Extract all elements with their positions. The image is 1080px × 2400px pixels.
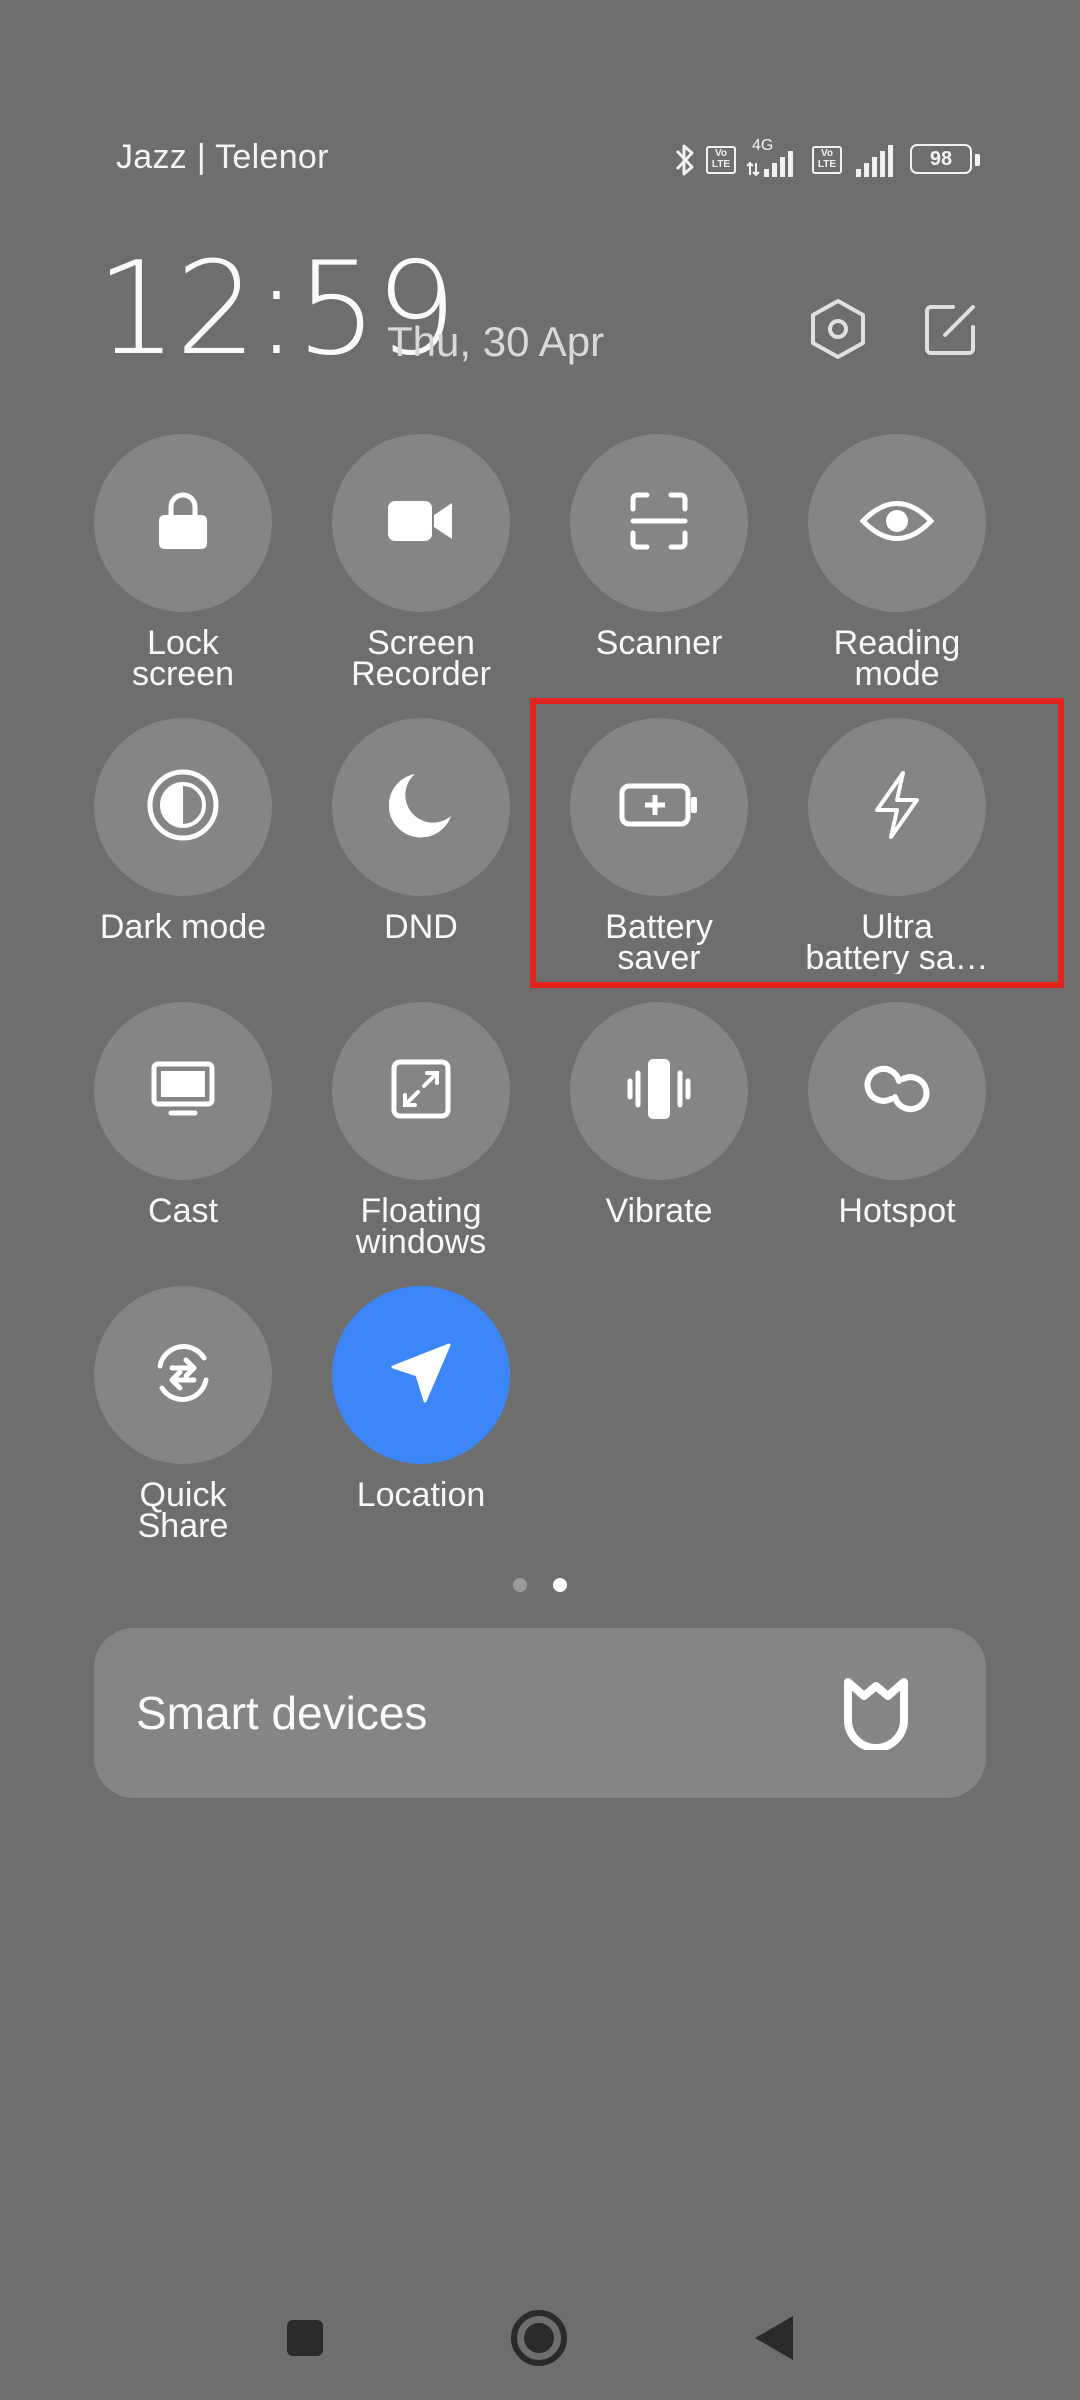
- tile-dark-mode-button[interactable]: [94, 718, 272, 896]
- tile-label: Hotspot: [838, 1196, 956, 1227]
- smart-devices-card[interactable]: Smart devices: [94, 1628, 986, 1798]
- highlight-box: [530, 698, 1064, 988]
- tile-location-button[interactable]: [332, 1286, 510, 1464]
- lock-icon: [157, 491, 209, 556]
- settings-button[interactable]: [803, 296, 873, 366]
- quick-share-icon: [150, 1340, 216, 1411]
- floating-window-icon: [391, 1059, 451, 1124]
- location-arrow-icon: [389, 1341, 453, 1410]
- signal-icon-sim1: 4G: [746, 137, 802, 179]
- tile-dark-mode[interactable]: Dark mode: [64, 718, 302, 943]
- tile-hotspot[interactable]: Hotspot: [778, 1002, 1016, 1227]
- edit-button[interactable]: [916, 296, 986, 366]
- tile-quick-share-button[interactable]: [94, 1286, 272, 1464]
- tile-label: Quick Share: [137, 1480, 229, 1542]
- volte-icon-sim2: Vo LTE: [812, 146, 842, 174]
- tile-label: Floating windows: [355, 1196, 487, 1258]
- tile-floating-windows-button[interactable]: [332, 1002, 510, 1180]
- nav-back-button[interactable]: [740, 2310, 810, 2370]
- tile-quick-share[interactable]: Quick Share: [64, 1286, 302, 1542]
- settings-hexagon-icon: [809, 298, 867, 365]
- tile-screen-recorder-button[interactable]: [332, 434, 510, 612]
- vibrate-icon: [624, 1057, 694, 1126]
- page-dot-2-active[interactable]: [553, 1578, 567, 1592]
- status-icons: Vo LTE 4G Vo LTE 98: [674, 137, 980, 182]
- smart-devices-label: Smart devices: [136, 1687, 428, 1739]
- tile-label: Reading mode: [833, 628, 961, 690]
- tile-hotspot-button[interactable]: [808, 1002, 986, 1180]
- tile-lock-screen[interactable]: Lock screen: [64, 434, 302, 690]
- signal-icon-sim2: [852, 141, 900, 179]
- tile-label: Location: [356, 1480, 486, 1511]
- bluetooth-icon: [674, 141, 696, 179]
- tile-cast[interactable]: Cast: [64, 1002, 302, 1227]
- tile-cast-button[interactable]: [94, 1002, 272, 1180]
- tile-scanner[interactable]: Scanner: [540, 434, 778, 659]
- tile-label: Scanner: [595, 628, 723, 659]
- tile-label: Cast: [148, 1196, 218, 1227]
- tile-floating-windows[interactable]: Floating windows: [302, 1002, 540, 1258]
- volte-icon-sim1: Vo LTE: [706, 146, 736, 174]
- tile-label: Lock screen: [131, 628, 235, 690]
- nav-recents-button[interactable]: [270, 2310, 340, 2370]
- tile-scanner-button[interactable]: [570, 434, 748, 612]
- eye-icon: [859, 498, 935, 549]
- battery-level: 98: [929, 148, 953, 170]
- contrast-icon: [146, 768, 220, 847]
- nav-home-button[interactable]: [504, 2308, 574, 2373]
- video-camera-icon: [388, 499, 454, 548]
- date: Thu, 30 Apr: [387, 318, 605, 365]
- tile-location[interactable]: Location: [302, 1286, 540, 1511]
- page-dot-1[interactable]: [513, 1578, 527, 1592]
- carrier-name: Jazz | Telenor: [116, 138, 329, 176]
- scan-frame-icon: [629, 491, 689, 556]
- tile-reading-mode-button[interactable]: [808, 434, 986, 612]
- home-circle-icon: [509, 2308, 569, 2373]
- tile-vibrate[interactable]: Vibrate: [540, 1002, 778, 1227]
- battery-icon: 98: [910, 144, 980, 176]
- tile-vibrate-button[interactable]: [570, 1002, 748, 1180]
- tile-dnd[interactable]: DND: [302, 718, 540, 943]
- tile-label: DND: [384, 912, 458, 943]
- back-triangle-icon: [753, 2314, 797, 2367]
- tile-lock-screen-button[interactable]: [94, 434, 272, 612]
- tile-label: Screen Recorder: [351, 628, 491, 690]
- hotspot-link-icon: [861, 1063, 933, 1120]
- tile-dnd-button[interactable]: [332, 718, 510, 896]
- monitor-icon: [151, 1061, 215, 1122]
- tile-label: Dark mode: [99, 912, 267, 943]
- edit-icon: [923, 301, 979, 362]
- tile-screen-recorder[interactable]: Screen Recorder: [302, 434, 540, 690]
- mi-home-icon: [840, 1676, 912, 1752]
- tile-reading-mode[interactable]: Reading mode: [778, 434, 1016, 690]
- moon-icon: [388, 772, 453, 843]
- tile-label: Vibrate: [605, 1196, 713, 1227]
- recents-square-icon: [285, 2318, 325, 2363]
